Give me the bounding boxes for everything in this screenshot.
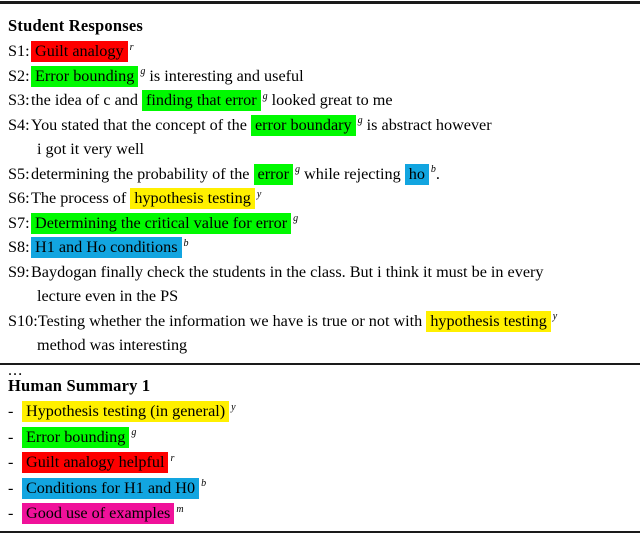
annotation-mark: b xyxy=(201,478,207,490)
annotation-mark: g xyxy=(262,90,268,102)
response-line: S10:Testing whether the information we h… xyxy=(8,309,634,334)
highlighted-phrase: error boundary xyxy=(250,114,356,136)
top-rule xyxy=(0,1,640,4)
annotation-mark: g xyxy=(131,427,137,439)
response-continuation-line: i got it very well xyxy=(37,140,144,158)
annotation-mark: m xyxy=(176,503,184,515)
response-continuation-line: lecture even in the PS xyxy=(37,287,179,305)
response-line: S5:determining the probability of the er… xyxy=(8,162,634,187)
plain-text: determining the probability of the xyxy=(31,164,254,183)
annotation-mark: g xyxy=(357,115,363,127)
bullet-dash: - xyxy=(8,427,14,446)
human-summary-section: Human Summary 1 - Hypothesis testing (in … xyxy=(8,375,634,527)
plain-text: the idea of c and xyxy=(31,91,143,109)
highlighted-phrase: Guilt analogy helpful xyxy=(22,452,169,473)
highlighted-phrase: Error bounding xyxy=(31,65,139,87)
response-line: S3:the idea of c and finding that error g… xyxy=(8,88,634,113)
bottom-rule xyxy=(0,531,640,533)
highlighted-phrase: hypothesis testing xyxy=(426,310,551,332)
response-continuation-line: method was interesting xyxy=(37,336,188,354)
bullet-dash: - xyxy=(8,478,14,497)
highlighted-phrase: Determining the critical value for error xyxy=(31,212,292,234)
highlighted-phrase: error xyxy=(253,163,293,185)
response-tag: S7: xyxy=(8,213,30,232)
plain-text: is abstract however xyxy=(362,115,492,134)
bullet-dash: - xyxy=(8,402,14,420)
response-tag: S8: xyxy=(8,238,30,256)
summary-bullet-line: - Good use of examples m xyxy=(8,501,634,527)
annotation-mark: g xyxy=(293,213,299,225)
plain-text: The process of xyxy=(31,189,131,207)
response-tag: S9: xyxy=(8,262,30,281)
student-responses-list: S1: Guilt analogy r S2: Error bounding g is i… xyxy=(8,39,634,358)
plain-text: is interesting and useful xyxy=(145,66,304,85)
highlighted-phrase: Guilt analogy xyxy=(31,41,128,62)
plain-text: Testing whether the information we have … xyxy=(37,311,427,330)
response-line: S1: Guilt analogy r xyxy=(8,39,634,64)
annotation-mark: r xyxy=(170,452,175,464)
annotation-mark: y xyxy=(552,311,558,323)
response-line: S9:Baydogan finally check the students i… xyxy=(8,260,634,285)
document-page: Student Responses S1: Guilt analogy r S2: Er… xyxy=(0,0,640,539)
highlighted-phrase: finding that error xyxy=(142,90,261,111)
response-line: S2: Error bounding g is interesting and us… xyxy=(8,64,634,89)
highlighted-phrase: Conditions for H1 and H0 xyxy=(22,477,200,499)
plain-text: while rejecting xyxy=(299,164,405,183)
highlighted-phrase: Good use of examples xyxy=(22,503,175,524)
highlighted-phrase: Error bounding xyxy=(22,426,130,448)
human-summary-list: - Hypothesis testing (in general) y - Error … xyxy=(8,399,634,527)
response-tag: S1: xyxy=(8,42,30,60)
response-line: S8: H1 and Ho conditions b xyxy=(8,235,634,260)
annotation-mark: y xyxy=(256,188,262,200)
highlighted-phrase: Hypothesis testing (in general) xyxy=(22,401,230,422)
bullet-dash: - xyxy=(8,453,14,471)
response-line: S6:The process of hypothesis testing y xyxy=(8,186,634,211)
annotation-mark: r xyxy=(129,41,134,53)
summary-bullet-line: - Conditions for H1 and H0 b xyxy=(8,476,634,502)
human-summary-title: Human Summary 1 xyxy=(8,376,151,395)
highlighted-phrase: hypothesis testing xyxy=(130,188,255,209)
annotation-mark: g xyxy=(294,164,300,176)
summary-bullet-line: - Error bounding g xyxy=(8,425,634,451)
student-responses-title: Student Responses xyxy=(8,16,143,35)
summary-bullet-line: - Guilt analogy helpful r xyxy=(8,450,634,476)
response-tag: S5: xyxy=(8,164,30,183)
response-tag: S10: xyxy=(8,311,38,330)
response-tag: S3: xyxy=(8,91,30,109)
plain-text: looked great to me xyxy=(267,91,393,109)
plain-text: . xyxy=(435,164,440,183)
response-tag: S6: xyxy=(8,189,30,207)
highlighted-phrase: ho xyxy=(404,163,429,185)
response-line: S7: Determining the critical value for er… xyxy=(8,211,634,236)
annotation-mark: b xyxy=(183,237,189,249)
response-line: S4:You stated that the concept of the er… xyxy=(8,113,634,138)
student-responses-section: Student Responses S1: Guilt analogy r S2: Er… xyxy=(8,15,634,382)
annotation-mark: b xyxy=(430,164,436,176)
plain-text: Baydogan finally check the students in t… xyxy=(31,262,544,281)
highlighted-phrase: H1 and Ho conditions xyxy=(31,237,182,258)
plain-text: You stated that the concept of the xyxy=(31,115,251,134)
annotation-mark: y xyxy=(231,401,236,413)
bullet-dash: - xyxy=(8,504,14,522)
response-tag: S2: xyxy=(8,66,30,85)
summary-bullet-line: - Hypothesis testing (in general) y xyxy=(8,399,634,425)
response-tag: S4: xyxy=(8,115,30,134)
